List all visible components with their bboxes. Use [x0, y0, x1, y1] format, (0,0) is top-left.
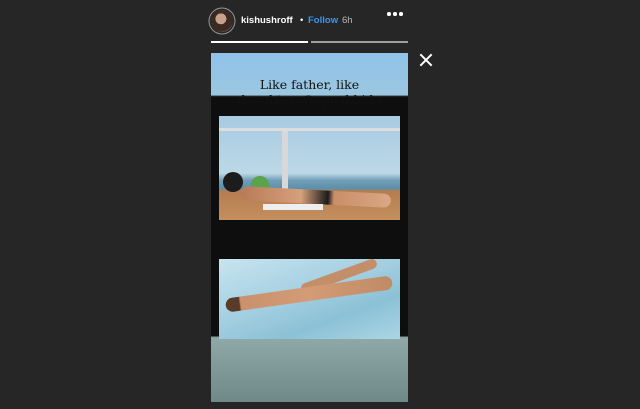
- progress-segment-2: [311, 41, 408, 43]
- close-icon[interactable]: [419, 53, 433, 67]
- exercise-ball: [223, 172, 243, 192]
- avatar[interactable]: [211, 10, 233, 32]
- follow-button[interactable]: Follow: [308, 15, 338, 26]
- username[interactable]: kishushroff: [241, 15, 293, 26]
- story-progress-bar: [211, 41, 408, 43]
- separator-dot: •: [300, 15, 304, 26]
- story-header: kishushroff • Follow 6h: [211, 8, 411, 34]
- timestamp: 6h: [342, 15, 353, 26]
- pillar: [282, 131, 288, 197]
- towel: [263, 204, 323, 210]
- story-content[interactable]: Like father, like daughter. @apnabhidu: [211, 53, 408, 402]
- photo-daughter: [219, 116, 400, 220]
- railing: [219, 128, 400, 131]
- caption-line-1: Like father, like: [259, 77, 360, 92]
- story-caption: Like father, like daughter. @apnabhidu: [211, 77, 408, 107]
- progress-segment-1: [211, 41, 308, 43]
- more-options-icon[interactable]: [387, 12, 403, 16]
- photo-father: [219, 259, 400, 339]
- caption-line-2: daughter. @apnabhidu: [237, 92, 382, 107]
